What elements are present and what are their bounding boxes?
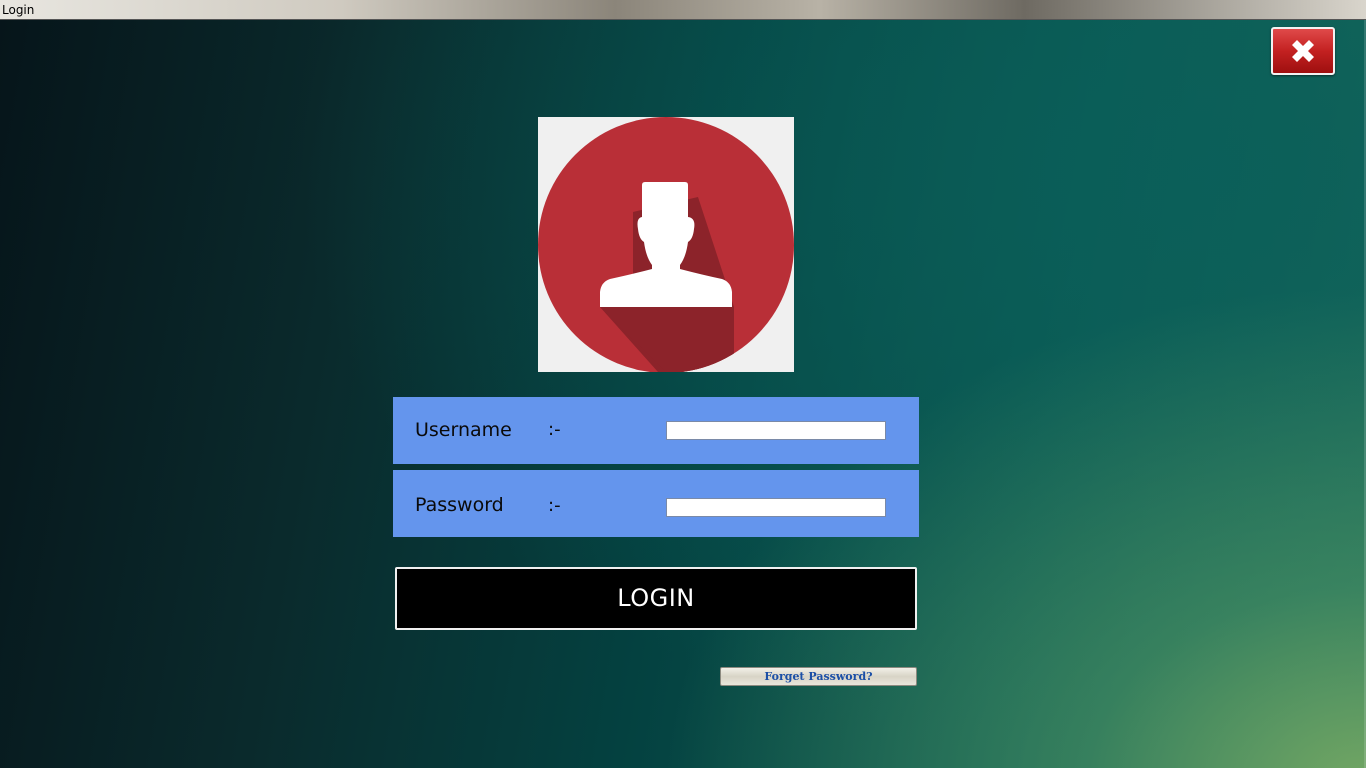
password-separator: :- — [548, 495, 561, 516]
close-button[interactable] — [1271, 27, 1335, 75]
password-row: Password :- — [393, 470, 919, 537]
username-row: Username :- — [393, 397, 919, 464]
username-separator: :- — [548, 419, 561, 440]
title-bar: Login — [0, 0, 1366, 20]
login-button[interactable]: LOGIN — [395, 567, 917, 630]
user-silhouette-icon — [538, 117, 794, 372]
forgot-password-button[interactable]: Forget Password? — [720, 667, 917, 686]
username-input[interactable] — [666, 421, 886, 440]
username-label: Username — [415, 419, 512, 441]
avatar — [538, 117, 794, 372]
window-title: Login — [2, 3, 35, 17]
password-label: Password — [415, 494, 504, 516]
password-input[interactable] — [666, 498, 886, 517]
close-icon — [1292, 40, 1314, 62]
